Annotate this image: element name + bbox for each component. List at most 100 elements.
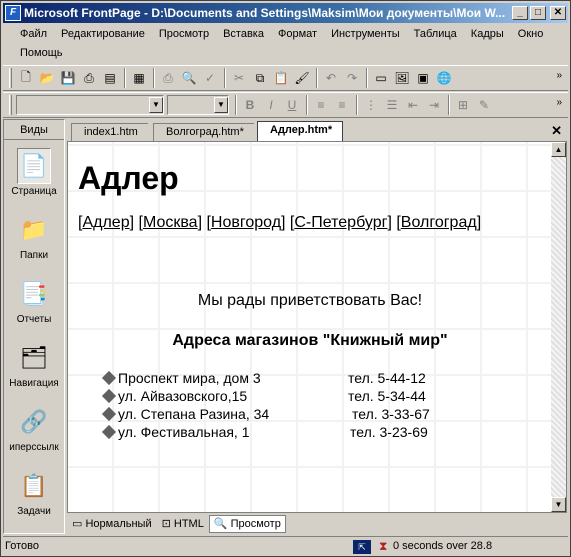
page-heading: Адлер: [78, 160, 179, 196]
publish-icon[interactable]: ⎙: [79, 68, 99, 88]
menu-bar: Файл Редактирование Просмотр Вставка Фор…: [3, 25, 568, 65]
document-tabs: index1.htm Волгоград.htm* Адлер.htm* ✕: [67, 121, 568, 141]
nav-link-volgograd[interactable]: Волгоград: [401, 214, 477, 231]
new-page-icon[interactable]: 🗋: [16, 68, 36, 88]
tab-preview-label: Просмотр: [230, 518, 281, 530]
scroll-down-icon[interactable]: ▼: [551, 497, 566, 512]
view-reports[interactable]: 📑 Отчеты: [4, 272, 64, 334]
view-tasks[interactable]: 📋 Задачи: [4, 464, 64, 526]
menu-view[interactable]: Просмотр: [152, 25, 216, 44]
tab-index1[interactable]: index1.htm: [71, 123, 148, 141]
minimize-button[interactable]: _: [512, 6, 528, 20]
folder-icon: 📁: [20, 217, 48, 242]
nav-link-spb[interactable]: С-Петербург: [294, 214, 387, 231]
style-combo[interactable]: ▼: [16, 95, 164, 115]
address-street: Проспект мира, дом 3: [118, 370, 261, 386]
align-left-icon[interactable]: ≡: [311, 95, 331, 115]
underline-icon[interactable]: U: [282, 95, 302, 115]
highlight-icon[interactable]: ✎: [474, 95, 494, 115]
paste-icon[interactable]: 📋: [271, 68, 291, 88]
window-title: Microsoft FrontPage - D:\Documents and S…: [24, 6, 506, 20]
close-tab-icon[interactable]: ✕: [551, 123, 562, 139]
vertical-scrollbar[interactable]: ▲ ▼: [551, 142, 566, 512]
print-icon[interactable]: ⎙: [158, 68, 178, 88]
menu-tools[interactable]: Инструменты: [324, 25, 407, 44]
nav-link-moscow[interactable]: Москва: [143, 214, 198, 231]
insert-picture-icon[interactable]: 🖼: [392, 68, 412, 88]
spelling-icon[interactable]: ✓: [200, 68, 220, 88]
nav-link-novgorod[interactable]: Новгород: [211, 214, 281, 231]
title-bar: F Microsoft FrontPage - D:\Documents and…: [3, 3, 568, 23]
menu-window[interactable]: Окно: [511, 25, 551, 44]
views-toggle-icon[interactable]: ▦: [129, 68, 149, 88]
view-navigation[interactable]: 🗂 Навигация: [4, 336, 64, 398]
menu-help[interactable]: Помощь: [13, 44, 70, 63]
toolbar-separator: [224, 68, 226, 88]
save-icon[interactable]: 💾: [58, 68, 78, 88]
nav-link-adler[interactable]: Адлер: [82, 214, 129, 231]
redo-icon[interactable]: ↷: [342, 68, 362, 88]
toolbar-separator: [356, 95, 358, 115]
toolbar-grip[interactable]: [9, 95, 12, 115]
views-bar: Виды 📄 Страница 📁 Папки 📑 Отчеты 🗂 Навиг…: [3, 119, 65, 534]
page-editor[interactable]: Адлер [Адлер] [Москва] [Новгород] [С-Пет…: [67, 141, 567, 513]
cut-icon[interactable]: ✂: [229, 68, 249, 88]
hyperlinks-icon: 🔗: [20, 409, 48, 434]
bullet-icon: [101, 424, 117, 440]
menu-edit[interactable]: Редактирование: [54, 25, 152, 44]
bulleted-list-icon[interactable]: ☰: [382, 95, 402, 115]
maximize-button[interactable]: □: [530, 6, 546, 20]
page-canvas[interactable]: Адлер [Адлер] [Москва] [Новгород] [С-Пет…: [68, 142, 552, 512]
tab-preview[interactable]: 🔍 Просмотр: [208, 515, 286, 533]
menu-file[interactable]: Файл: [13, 25, 54, 44]
menu-frames[interactable]: Кадры: [464, 25, 511, 44]
close-window-button[interactable]: ✕: [550, 6, 566, 20]
align-center-icon[interactable]: ≡: [332, 95, 352, 115]
welcome-text: Мы рады приветствовать Вас!: [197, 292, 423, 309]
italic-icon[interactable]: I: [261, 95, 281, 115]
download-time: 0 seconds over 28.8: [393, 540, 493, 552]
toolbar-grip[interactable]: [9, 68, 12, 88]
copy-icon[interactable]: ⧉: [250, 68, 270, 88]
drawing-icon[interactable]: ▣: [413, 68, 433, 88]
address-street: ул. Фестивальная, 1: [118, 424, 250, 440]
connection-icon: ⇱: [353, 540, 371, 554]
folder-list-icon[interactable]: ▤: [100, 68, 120, 88]
list-item: ул. Фестивальная, 1 тел. 3-23-69: [101, 424, 462, 442]
bold-icon[interactable]: B: [240, 95, 260, 115]
frontpage-app-icon: F: [5, 5, 21, 21]
menu-insert[interactable]: Вставка: [216, 25, 271, 44]
borders-icon[interactable]: ⊞: [453, 95, 473, 115]
tab-adler[interactable]: Адлер.htm*: [257, 121, 344, 141]
web-component-icon[interactable]: ▭: [371, 68, 391, 88]
tab-normal[interactable]: ▭ Нормальный: [67, 515, 157, 533]
view-label: Навигация: [9, 378, 59, 389]
address-list: Проспект мира, дом 3 тел. 5-44-12 ул. Айв…: [101, 370, 462, 442]
open-icon[interactable]: 📂: [37, 68, 57, 88]
chevron-down-icon[interactable]: ▼: [149, 97, 163, 113]
undo-icon[interactable]: ↶: [321, 68, 341, 88]
format-painter-icon[interactable]: 🖌: [292, 68, 312, 88]
menu-table[interactable]: Таблица: [407, 25, 464, 44]
toolbar-overflow-icon[interactable]: »: [556, 70, 562, 81]
tab-volgograd[interactable]: Волгоград.htm*: [153, 123, 254, 141]
hyperlink-icon[interactable]: 🌐: [434, 68, 454, 88]
tab-html[interactable]: ⊡ HTML: [157, 515, 209, 533]
scroll-up-icon[interactable]: ▲: [551, 142, 566, 157]
toolbar-overflow-icon[interactable]: »: [556, 97, 562, 108]
numbered-list-icon[interactable]: ⋮: [361, 95, 381, 115]
tasks-icon: 📋: [20, 473, 48, 498]
menu-format[interactable]: Формат: [271, 25, 324, 44]
print-preview-icon[interactable]: 🔍: [179, 68, 199, 88]
increase-indent-icon[interactable]: ⇥: [424, 95, 444, 115]
bullet-icon: [101, 388, 117, 404]
toolbar-separator: [366, 68, 368, 88]
view-hyperlinks[interactable]: 🔗 иперссылк: [4, 400, 64, 462]
font-size-combo[interactable]: ▼: [167, 95, 229, 115]
view-page[interactable]: 📄 Страница: [4, 144, 64, 206]
view-folders[interactable]: 📁 Папки: [4, 208, 64, 270]
decrease-indent-icon[interactable]: ⇤: [403, 95, 423, 115]
view-label: Папки: [19, 250, 49, 261]
toolbar-separator: [124, 68, 126, 88]
chevron-down-icon[interactable]: ▼: [214, 97, 228, 113]
